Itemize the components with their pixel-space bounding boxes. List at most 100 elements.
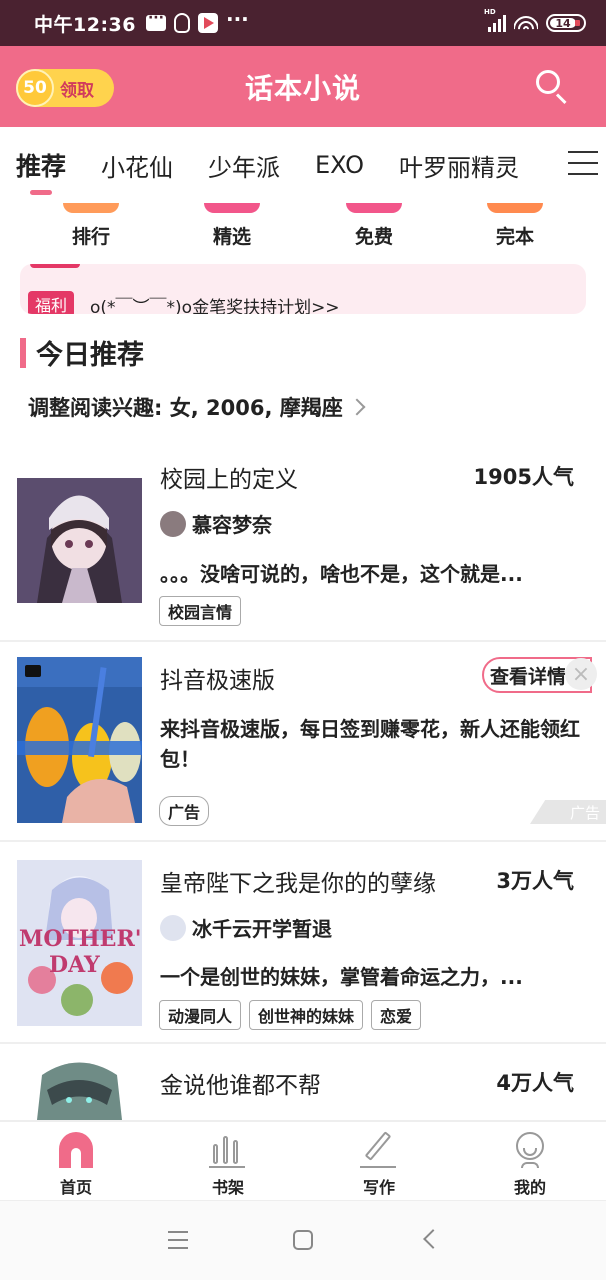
ad-tags: 广告 xyxy=(159,796,210,826)
system-status: HD 14 xyxy=(484,8,586,32)
quick-nav-completed[interactable]: 完本 xyxy=(470,203,560,249)
search-icon[interactable] xyxy=(534,68,570,105)
nav-bookshelf[interactable]: 书架 xyxy=(188,1130,268,1198)
status-bar: 中午12:36 ··· HD 14 xyxy=(0,0,606,46)
ranking-icon xyxy=(63,203,119,213)
tab-exo[interactable]: EXO xyxy=(315,151,364,179)
home-icon xyxy=(57,1130,95,1170)
qq-icon xyxy=(173,13,190,33)
more-notifications-icon: ··· xyxy=(225,7,249,31)
network-type: HD xyxy=(484,8,496,16)
nav-home[interactable]: 首页 xyxy=(36,1130,116,1198)
book-author[interactable]: 冰千云开学暂退 xyxy=(160,913,332,942)
book-title[interactable]: 金说他谁都不帮 xyxy=(160,1066,321,1100)
adjust-interest-link[interactable]: 调整阅读兴趣: 女, 2006, 摩羯座 xyxy=(28,392,366,422)
book-popularity: 4万人气 xyxy=(496,1071,574,1095)
claim-coins-button[interactable]: 50 领取 xyxy=(16,69,114,107)
tab-xiaohuaxian[interactable]: 小花仙 xyxy=(101,148,173,183)
quick-nav-label: 排行 xyxy=(71,226,110,248)
tab-recommend[interactable]: 推荐 xyxy=(16,147,66,195)
system-nav-bar xyxy=(0,1200,606,1280)
ad-tag: 广告 xyxy=(159,796,210,826)
recent-apps-icon[interactable] xyxy=(168,1231,188,1255)
book-description: 。。。没啥可说的，啥也不是，这个就是... xyxy=(160,562,523,586)
quick-nav-ranking[interactable]: 排行 xyxy=(46,203,136,249)
quick-nav: 排行 精选 免费 完本 xyxy=(0,203,606,253)
quick-nav-label: 完本 xyxy=(495,226,534,248)
app-header: 50 领取 话本小说 xyxy=(0,46,606,127)
app-title: 话本小说 xyxy=(244,71,361,105)
nav-label: 书架 xyxy=(211,1178,244,1197)
ad-description: 来抖音极速版，每日签到赚零花，新人还能领红包！ xyxy=(160,717,580,771)
book-cover[interactable]: MOTHER'S DAY xyxy=(17,860,142,1026)
book-popularity: 1905人气 xyxy=(473,465,574,489)
book-cover[interactable] xyxy=(17,1060,142,1120)
play-store-icon xyxy=(197,13,218,33)
book-tag[interactable]: 恋爱 xyxy=(371,1000,422,1030)
book-popularity: 3万人气 xyxy=(496,869,574,893)
view-details-label: 查看详情 xyxy=(490,665,567,688)
nav-label: 首页 xyxy=(59,1178,92,1197)
notice-banner[interactable]: 福利 o(*￣︶￣*)o金笔奖扶持计划>> xyxy=(20,264,586,314)
book-cover[interactable] xyxy=(17,478,142,603)
tab-shaonianpai[interactable]: 少年派 xyxy=(208,148,280,183)
ad-badge-label: 广告 xyxy=(569,803,600,822)
nav-mine[interactable]: 我的 xyxy=(490,1130,570,1198)
profile-icon xyxy=(511,1130,549,1170)
quick-nav-free[interactable]: 免费 xyxy=(329,203,419,249)
book-tag[interactable]: 创世神的妹妹 xyxy=(249,1000,364,1030)
claim-label: 领取 xyxy=(60,80,94,101)
quick-nav-label: 免费 xyxy=(354,226,393,248)
book-tag[interactable]: 校园言情 xyxy=(159,596,242,626)
book-description: 一个是创世的妹妹，掌管着命运之力，... xyxy=(160,965,523,989)
ad-image[interactable] xyxy=(17,657,142,823)
status-time: 中午12:36 xyxy=(34,13,136,36)
book-tags: 动漫同人 创世神的妹妹 恋爱 xyxy=(159,1000,422,1030)
bottom-nav: 首页 书架 写作 我的 xyxy=(0,1120,606,1200)
book-author[interactable]: 慕容梦奈 xyxy=(160,509,272,538)
category-tabs: 推荐 小花仙 少年派 EXO 叶罗丽精灵 xyxy=(0,127,606,203)
signal-icon: HD xyxy=(484,8,506,32)
quick-nav-label: 精选 xyxy=(212,226,251,248)
author-name: 慕容梦奈 xyxy=(192,513,272,537)
avatar xyxy=(160,510,186,537)
nav-label: 我的 xyxy=(513,1178,546,1197)
avatar xyxy=(160,914,186,941)
tab-menu-icon[interactable] xyxy=(568,151,598,177)
nav-write[interactable]: 写作 xyxy=(339,1130,419,1198)
section-header: 今日推荐 xyxy=(20,333,144,372)
chevron-right-icon xyxy=(348,398,366,416)
close-ad-icon[interactable]: × xyxy=(565,658,597,690)
battery-icon: 14 xyxy=(546,14,586,32)
interest-text: 调整阅读兴趣: 女, 2006, 摩羯座 xyxy=(28,396,343,420)
battery-level: 14 xyxy=(555,16,571,30)
completed-icon xyxy=(487,203,543,213)
notice-tag: 福利 xyxy=(28,291,75,314)
pencil-icon xyxy=(360,1130,398,1170)
notification-icons: ··· xyxy=(145,9,249,33)
section-title: 今日推荐 xyxy=(36,340,144,371)
back-icon[interactable] xyxy=(423,1229,443,1249)
book-title[interactable]: 校园上的定义 xyxy=(160,460,298,494)
bookshelf-icon xyxy=(209,1130,247,1170)
ad-title[interactable]: 抖音极速版 xyxy=(160,661,275,695)
nav-label: 写作 xyxy=(362,1178,395,1197)
free-icon xyxy=(346,203,402,213)
selected-icon xyxy=(204,203,260,213)
svg-text:MOTHER'S: MOTHER'S xyxy=(19,926,142,952)
coin-icon: 50 xyxy=(16,69,54,107)
author-name: 冰千云开学暂退 xyxy=(192,917,332,941)
book-tag[interactable]: 动漫同人 xyxy=(159,1000,242,1030)
svg-text:DAY: DAY xyxy=(49,952,100,978)
message-icon xyxy=(145,10,166,31)
book-title[interactable]: 皇帝陛下之我是你的的孽缘 xyxy=(160,864,436,898)
tabs-fade xyxy=(536,127,566,203)
scrolling-previous-tag xyxy=(30,264,80,268)
wifi-icon xyxy=(514,14,538,32)
quick-nav-selected[interactable]: 精选 xyxy=(187,203,277,249)
notice-text: o(*￣︶￣*)o金笔奖扶持计划>> xyxy=(90,298,340,314)
section-accent-bar xyxy=(20,337,26,368)
tab-yeluoli[interactable]: 叶罗丽精灵 xyxy=(399,148,519,183)
home-button-icon[interactable] xyxy=(293,1230,313,1250)
book-tags: 校园言情 xyxy=(159,596,242,626)
